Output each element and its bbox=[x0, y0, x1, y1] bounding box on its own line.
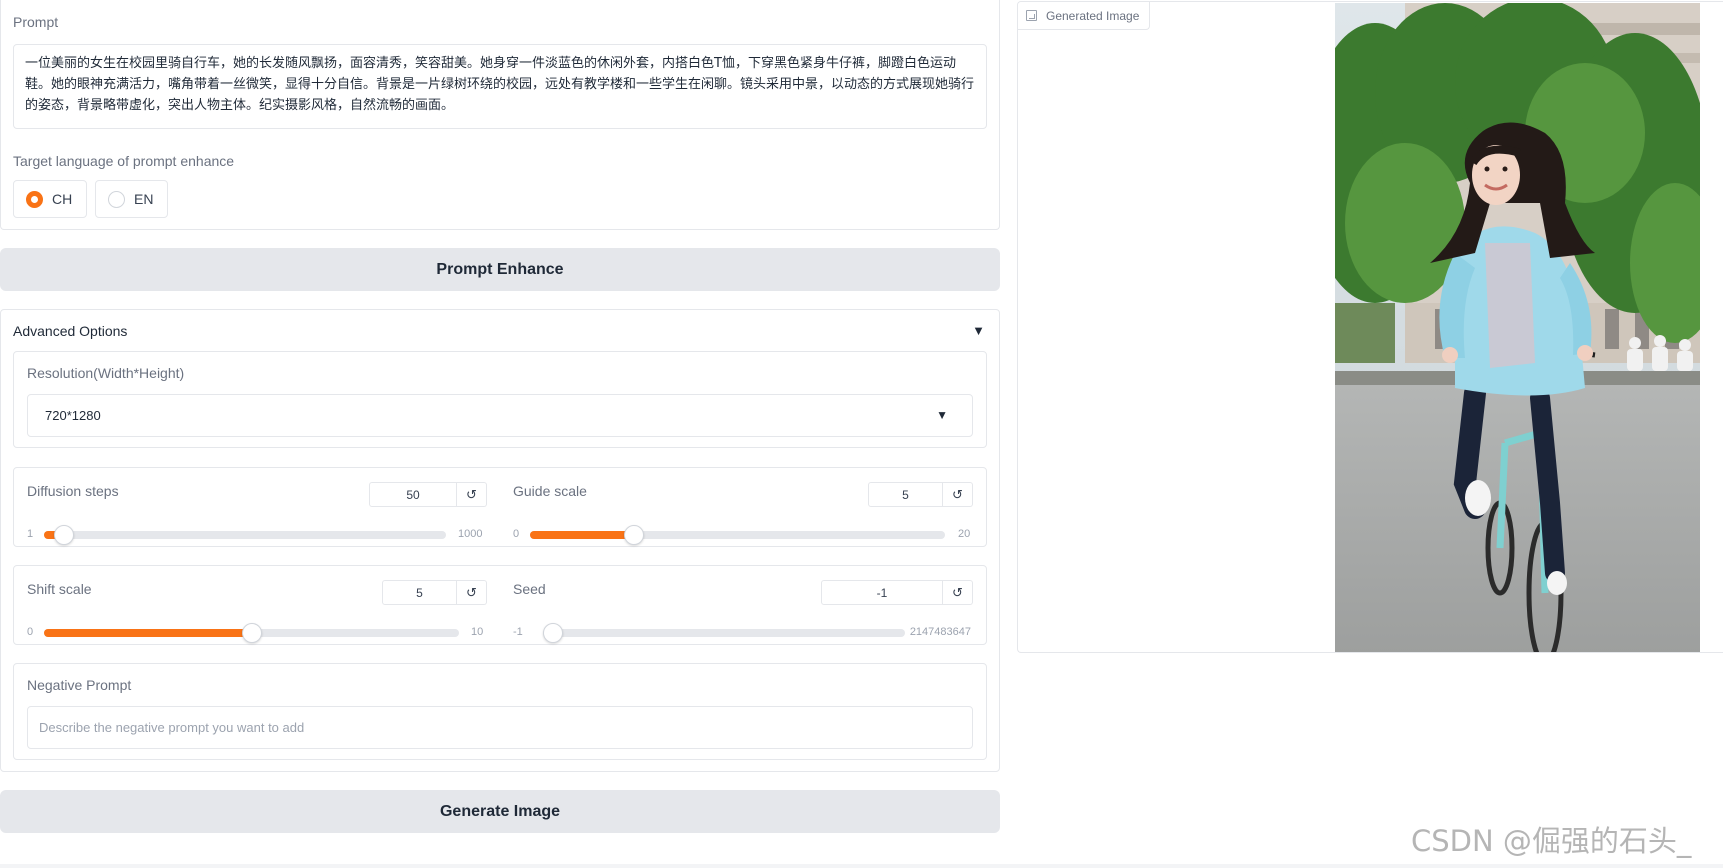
shift-scale-fill bbox=[44, 629, 252, 637]
radio-en[interactable]: EN bbox=[95, 180, 168, 218]
prompt-enhance-button[interactable]: Prompt Enhance bbox=[0, 248, 1000, 291]
shift-scale-max: 10 bbox=[471, 626, 484, 638]
generated-image[interactable] bbox=[1335, 3, 1700, 652]
slider-row-1: Diffusion steps 50 ↺ 1 1000 Guide scale … bbox=[13, 467, 987, 547]
seed-label: Seed bbox=[513, 581, 546, 597]
csdn-watermark: CSDN @倔强的石头_ bbox=[1411, 824, 1692, 858]
dropdown-caret-icon: ▼ bbox=[936, 408, 948, 422]
diffusion-steps-label: Diffusion steps bbox=[27, 483, 119, 499]
resolution-dropdown[interactable]: 720*1280 ▼ bbox=[27, 394, 973, 437]
negative-prompt-input[interactable] bbox=[27, 706, 973, 749]
shift-scale-reset-icon[interactable]: ↺ bbox=[457, 580, 487, 605]
negative-prompt-block: Negative Prompt bbox=[13, 663, 987, 760]
generated-image-label: Generated Image bbox=[1046, 8, 1140, 23]
guide-scale-label: Guide scale bbox=[513, 483, 587, 499]
generated-photo-illustration bbox=[1335, 3, 1700, 652]
negative-prompt-label: Negative Prompt bbox=[27, 677, 132, 693]
advanced-options-panel: Advanced Options ▼ Resolution(Width*Heig… bbox=[0, 309, 1000, 772]
radio-ch-indicator[interactable] bbox=[26, 190, 43, 208]
diffusion-steps-slider: Diffusion steps 50 ↺ 1 1000 bbox=[27, 482, 487, 545]
generate-image-button[interactable]: Generate Image bbox=[0, 790, 1000, 833]
resolution-block: Resolution(Width*Height) 720*1280 ▼ bbox=[13, 351, 987, 448]
diffusion-steps-reset-icon[interactable]: ↺ bbox=[457, 482, 487, 507]
radio-en-label: EN bbox=[134, 191, 154, 207]
guide-scale-input[interactable]: 5 bbox=[868, 482, 943, 507]
shift-scale-min: 0 bbox=[27, 626, 34, 638]
diffusion-steps-max: 1000 bbox=[458, 528, 483, 540]
prompt-textarea[interactable]: 一位美丽的女生在校园里骑自行车，她的长发随风飘扬，面容清秀，笑容甜美。她身穿一件… bbox=[13, 44, 987, 129]
shift-scale-thumb[interactable] bbox=[241, 623, 262, 643]
generated-image-panel: Generated Image bbox=[1017, 1, 1723, 653]
guide-scale-max: 20 bbox=[958, 528, 971, 540]
seed-slider: Seed -1 ↺ -1 2147483647 bbox=[513, 580, 973, 643]
slider-row-2: Shift scale 5 ↺ 0 10 Seed -1 ↺ -1 214748… bbox=[13, 565, 987, 645]
guide-scale-slider: Guide scale 5 ↺ 0 20 bbox=[513, 482, 973, 545]
image-icon bbox=[1026, 10, 1037, 21]
shift-scale-track[interactable] bbox=[44, 623, 459, 643]
guide-scale-thumb[interactable] bbox=[623, 525, 644, 545]
radio-en-indicator[interactable] bbox=[108, 190, 125, 208]
resolution-value: 720*1280 bbox=[45, 408, 101, 423]
seed-reset-icon[interactable]: ↺ bbox=[943, 580, 973, 605]
diffusion-steps-input[interactable]: 50 bbox=[369, 482, 457, 507]
collapse-caret-icon[interactable]: ▼ bbox=[972, 323, 985, 338]
target-language-label: Target language of prompt enhance bbox=[13, 153, 235, 169]
diffusion-steps-min: 1 bbox=[27, 528, 34, 540]
advanced-options-title[interactable]: Advanced Options bbox=[13, 323, 127, 339]
seed-thumb[interactable] bbox=[543, 623, 563, 643]
radio-ch[interactable]: CH bbox=[13, 180, 87, 218]
guide-scale-reset-icon[interactable]: ↺ bbox=[943, 482, 973, 507]
shift-scale-slider: Shift scale 5 ↺ 0 10 bbox=[27, 580, 487, 643]
radio-ch-label: CH bbox=[52, 191, 73, 207]
diffusion-steps-track[interactable] bbox=[44, 525, 446, 545]
seed-track[interactable] bbox=[543, 623, 905, 643]
shift-scale-label: Shift scale bbox=[27, 581, 92, 597]
guide-scale-min: 0 bbox=[513, 528, 520, 540]
resolution-label: Resolution(Width*Height) bbox=[27, 365, 185, 381]
generated-image-tag: Generated Image bbox=[1018, 2, 1151, 30]
seed-input[interactable]: -1 bbox=[821, 580, 943, 605]
prompt-block: Prompt 一位美丽的女生在校园里骑自行车，她的长发随风飘扬，面容清秀，笑容甜… bbox=[0, 0, 1000, 230]
guide-scale-track[interactable] bbox=[530, 525, 945, 545]
seed-max: 2147483647 bbox=[909, 626, 971, 638]
shift-scale-input[interactable]: 5 bbox=[382, 580, 457, 605]
prompt-label: Prompt bbox=[13, 14, 59, 30]
bottom-divider bbox=[0, 864, 1723, 868]
seed-min: -1 bbox=[513, 626, 523, 638]
diffusion-steps-thumb[interactable] bbox=[53, 525, 74, 545]
guide-scale-fill bbox=[530, 531, 634, 539]
